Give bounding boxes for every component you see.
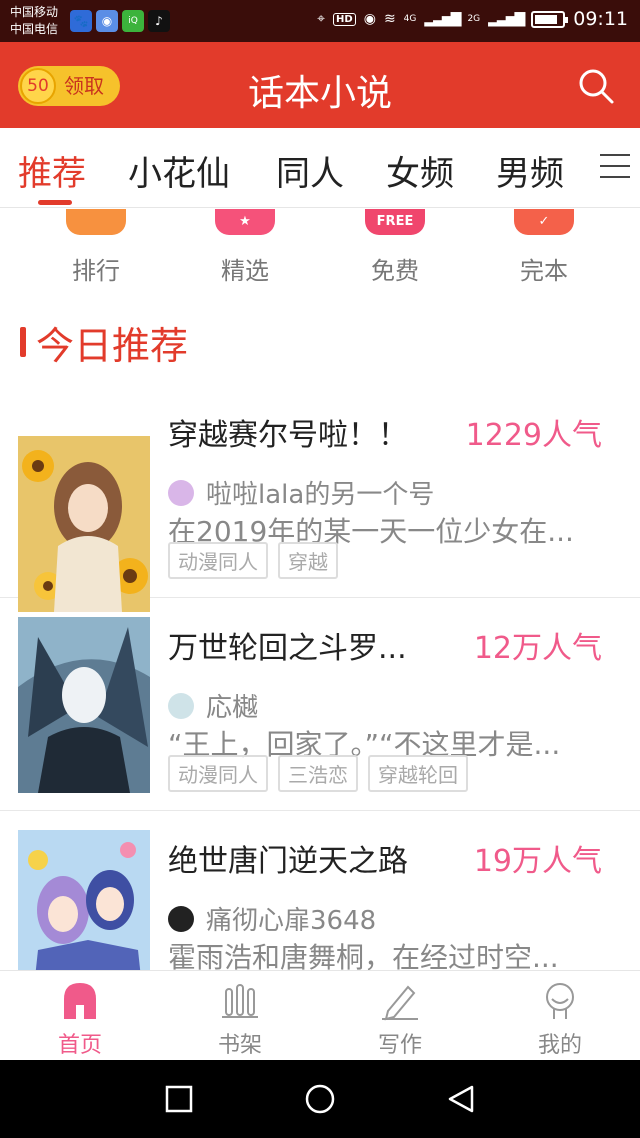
book-popularity: 1229人气 bbox=[465, 418, 602, 453]
checkmark-icon: ✓ bbox=[514, 209, 574, 235]
location-icon: ⌖ bbox=[317, 11, 326, 27]
home-button[interactable] bbox=[305, 1084, 335, 1114]
back-button[interactable] bbox=[446, 1084, 476, 1114]
paw-icon: 🐾 bbox=[70, 10, 92, 32]
book-list: 穿越赛尔号啦！！ 1229人气 啦啦lala的另一个号 在2019年的某一天一位… bbox=[0, 386, 640, 970]
hd-badge: HD bbox=[333, 12, 356, 26]
nav-label: 首页 bbox=[57, 1033, 102, 1058]
status-indicators: ⌖ HD ◉ ≋ 4G ▂▃▅▇ 2G ▂▃▅▇ 09:11 bbox=[317, 8, 628, 30]
book-tag[interactable]: 穿越 bbox=[278, 542, 338, 579]
category-label: 排行 bbox=[72, 257, 120, 285]
bookshelf-icon bbox=[220, 981, 260, 1021]
book-author[interactable]: 応樾 bbox=[168, 687, 258, 724]
tiktok-icon: ♪ bbox=[148, 10, 170, 32]
author-avatar bbox=[168, 479, 194, 506]
square-icon bbox=[165, 1085, 193, 1113]
section-header: 今日推荐 bbox=[20, 320, 188, 368]
battery-fill bbox=[535, 14, 558, 24]
nav-label: 书架 bbox=[217, 1033, 262, 1058]
book-tag[interactable]: 动漫同人 bbox=[168, 755, 268, 792]
search-button[interactable] bbox=[576, 66, 616, 106]
category-label: 精选 bbox=[221, 257, 269, 285]
book-tags: 动漫同人 穿越 bbox=[168, 542, 338, 579]
author-avatar bbox=[168, 905, 194, 932]
book-card[interactable]: 绝世唐门逆天之路 19万人气 痛彻心扉3648 霍雨浩和唐舞桐，在经过时空... bbox=[0, 812, 640, 970]
author-name: 痛彻心扉3648 bbox=[206, 906, 377, 936]
recents-button[interactable] bbox=[164, 1084, 194, 1114]
book-tag[interactable]: 穿越轮回 bbox=[368, 755, 468, 792]
book-cover bbox=[18, 617, 150, 793]
section-title: 今日推荐 bbox=[36, 323, 189, 368]
book-card[interactable]: 万世轮回之斗罗... 12万人气 応樾 “王上，回家了。”“不这里才是... 动… bbox=[0, 599, 640, 811]
free-icon: FREE bbox=[365, 209, 425, 235]
tab-menu-icon[interactable] bbox=[600, 154, 630, 180]
nav-bookshelf[interactable]: 书架 bbox=[190, 971, 290, 1061]
tab-female[interactable]: 女频 bbox=[386, 146, 454, 195]
notification-icons: 🐾 ◉ iQ ♪ bbox=[70, 10, 170, 32]
tab-recommend[interactable]: 推荐 bbox=[18, 146, 86, 195]
home-icon bbox=[60, 981, 100, 1021]
trophy-icon bbox=[66, 209, 126, 235]
system-navigation-bar bbox=[0, 1060, 640, 1138]
book-title: 穿越赛尔号啦！！ bbox=[168, 418, 408, 453]
nav-label: 我的 bbox=[537, 1033, 582, 1058]
book-author[interactable]: 啦啦lala的另一个号 bbox=[168, 474, 434, 511]
section-accent-bar bbox=[20, 327, 26, 357]
category-ranking[interactable]: 排行 bbox=[46, 209, 146, 286]
author-name: 応樾 bbox=[206, 693, 259, 723]
wifi-icon: ≋ bbox=[383, 11, 396, 27]
carrier-info: 中国移动 中国电信 bbox=[10, 4, 58, 38]
category-free[interactable]: FREE 免费 bbox=[345, 209, 445, 286]
book-author[interactable]: 痛彻心扉3648 bbox=[168, 900, 376, 937]
book-popularity: 12万人气 bbox=[473, 631, 602, 666]
carrier-1: 中国移动 bbox=[10, 5, 59, 19]
clock: 09:11 bbox=[573, 8, 628, 30]
book-title: 绝世唐门逆天之路 bbox=[168, 844, 408, 879]
search-icon bbox=[579, 69, 614, 104]
book-popularity: 19万人气 bbox=[473, 844, 602, 879]
bottom-navigation: 首页 书架 写作 我的 bbox=[0, 970, 640, 1060]
category-featured[interactable]: ★ 精选 bbox=[195, 209, 295, 286]
star-icon: ★ bbox=[215, 209, 275, 235]
book-cover bbox=[18, 830, 150, 970]
carrier-2: 中国电信 bbox=[10, 22, 59, 36]
app-title: 话本小说 bbox=[247, 73, 392, 114]
network-4g: 4G bbox=[403, 14, 417, 24]
book-tags: 动漫同人 三浩恋 穿越轮回 bbox=[168, 755, 468, 792]
book-title: 万世轮回之斗罗... bbox=[168, 631, 407, 666]
profile-icon bbox=[540, 981, 580, 1021]
book-tag[interactable]: 动漫同人 bbox=[168, 542, 268, 579]
tab-xiaohuaxian[interactable]: 小花仙 bbox=[128, 146, 230, 195]
nav-profile[interactable]: 我的 bbox=[510, 971, 610, 1061]
tab-male[interactable]: 男频 bbox=[496, 146, 564, 195]
nav-home[interactable]: 首页 bbox=[30, 971, 130, 1061]
tab-fanfic[interactable]: 同人 bbox=[276, 146, 344, 195]
nav-write[interactable]: 写作 bbox=[350, 971, 450, 1061]
author-name: 啦啦lala的另一个号 bbox=[206, 480, 435, 510]
category-label: 完本 bbox=[520, 257, 568, 285]
circle-icon bbox=[305, 1084, 335, 1114]
category-tabs: 推荐 小花仙 同人 女频 男频 bbox=[0, 128, 640, 208]
app-header: 50 领取 话本小说 bbox=[0, 42, 640, 128]
nav-label: 写作 bbox=[377, 1033, 422, 1058]
book-cover bbox=[18, 436, 150, 612]
author-avatar bbox=[168, 692, 194, 719]
book-tag[interactable]: 三浩恋 bbox=[278, 755, 358, 792]
browser-icon: ◉ bbox=[96, 10, 118, 32]
signal-icon-2: ▂▃▅▇ bbox=[488, 11, 525, 27]
iqiyi-icon: iQ bbox=[122, 10, 144, 32]
eye-icon: ◉ bbox=[363, 11, 376, 27]
battery-icon bbox=[531, 10, 569, 28]
status-bar: 中国移动 中国电信 🐾 ◉ iQ ♪ ⌖ HD ◉ ≋ 4G ▂▃▅▇ 2G ▂… bbox=[0, 0, 640, 42]
book-card[interactable]: 穿越赛尔号啦！！ 1229人气 啦啦lala的另一个号 在2019年的某一天一位… bbox=[0, 386, 640, 612]
category-shortcuts: 排行 ★ 精选 FREE 免费 ✓ 完本 bbox=[0, 209, 640, 289]
signal-icon: ▂▃▅▇ bbox=[424, 11, 461, 27]
book-summary: 霍雨浩和唐舞桐，在经过时空... bbox=[168, 941, 559, 970]
category-label: 免费 bbox=[371, 257, 419, 285]
back-triangle-icon bbox=[448, 1085, 474, 1113]
network-2g: 2G bbox=[467, 14, 481, 24]
active-tab-indicator bbox=[38, 200, 72, 205]
category-completed[interactable]: ✓ 完本 bbox=[494, 209, 594, 286]
pen-icon bbox=[380, 981, 420, 1021]
